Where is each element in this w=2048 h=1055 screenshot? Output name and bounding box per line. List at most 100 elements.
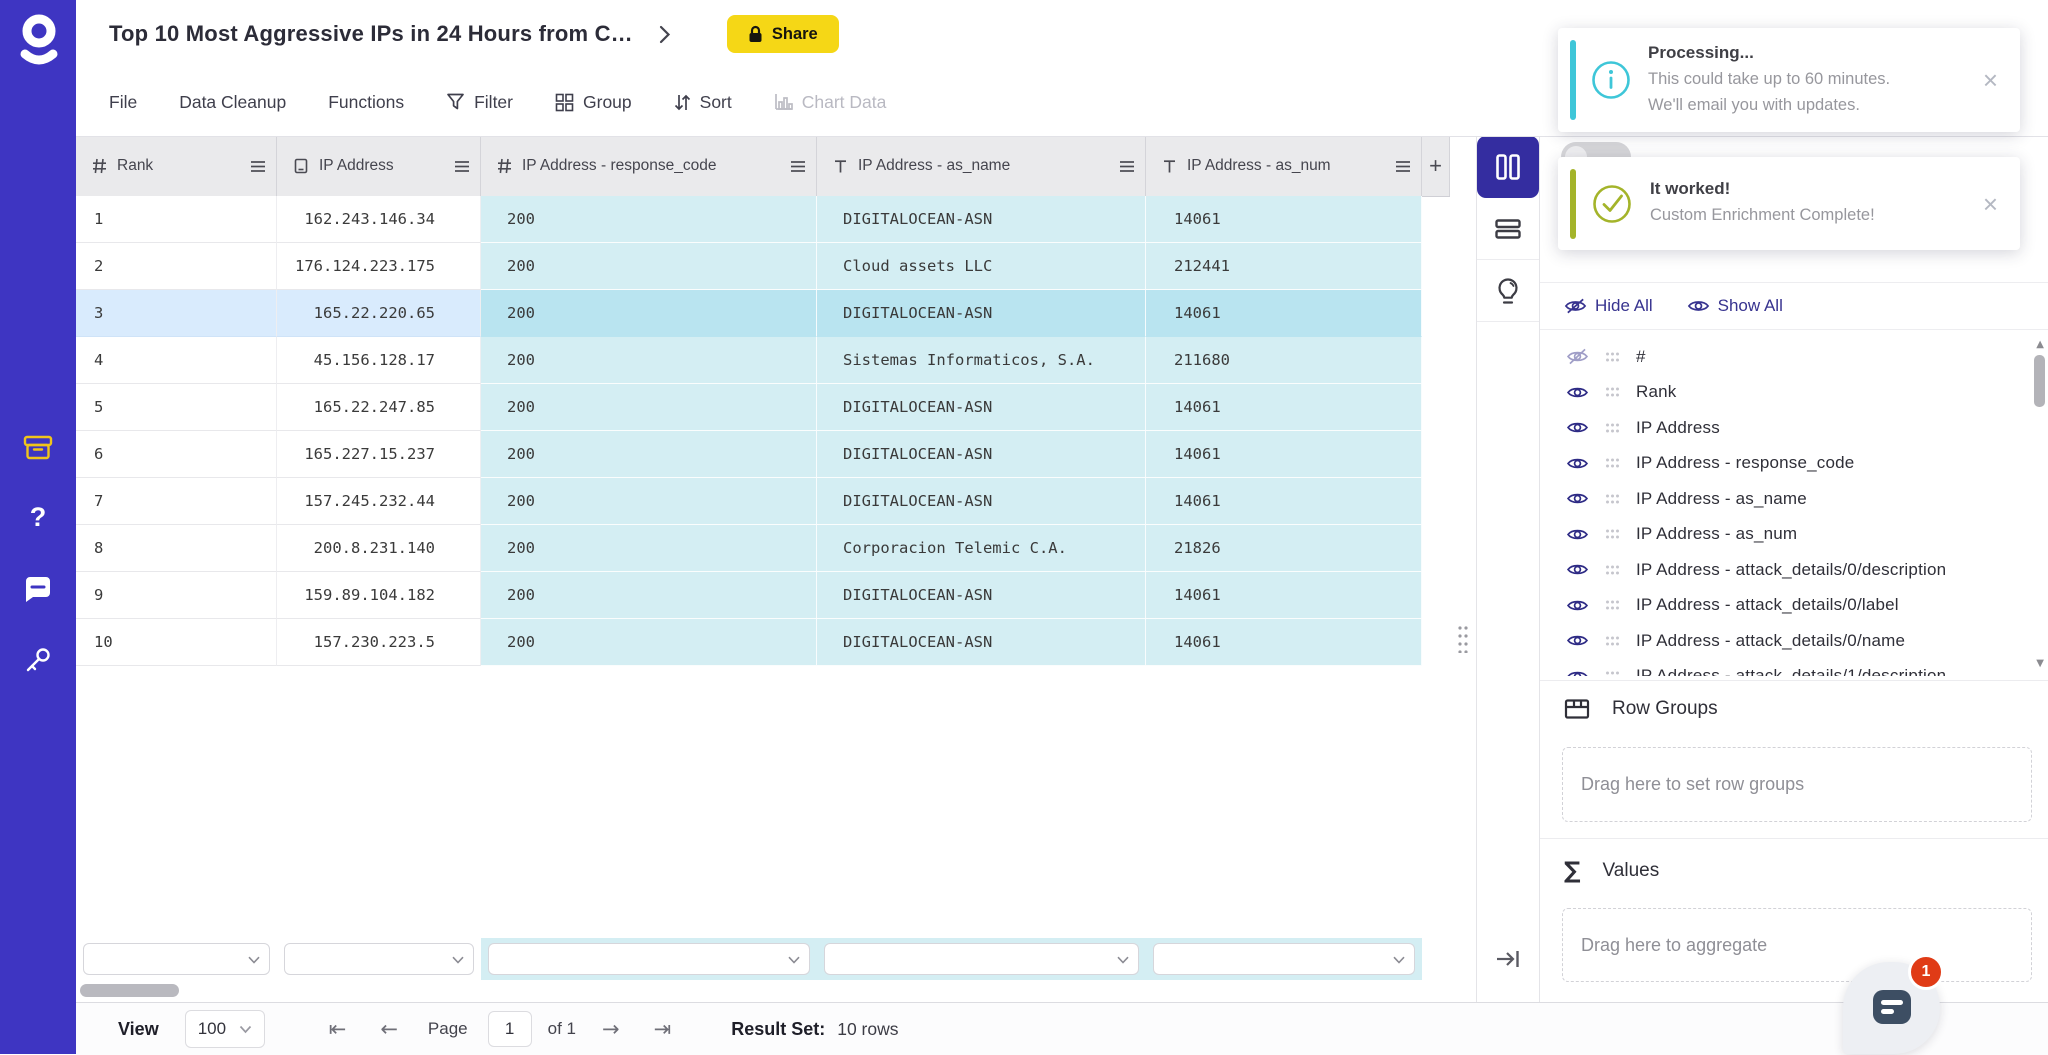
eye-icon[interactable] [1566, 668, 1589, 676]
table-cell[interactable]: 9 [76, 572, 277, 619]
archive-icon[interactable] [0, 420, 76, 476]
table-cell[interactable]: 14061 [1146, 572, 1422, 619]
table-row[interactable]: 7157.245.232.44200DIGITALOCEAN-ASN14061 [76, 478, 1422, 525]
column-menu-icon[interactable] [454, 160, 470, 173]
drag-dots-icon[interactable] [1605, 493, 1620, 505]
table-cell[interactable]: 165.227.15.237 [277, 431, 481, 478]
table-cell[interactable]: 45.156.128.17 [277, 337, 481, 384]
table-row[interactable]: 8200.8.231.140200Corporacion Telemic C.A… [76, 525, 1422, 572]
share-button[interactable]: Share [727, 15, 839, 53]
table-cell[interactable]: 200 [481, 337, 817, 384]
table-cell[interactable]: 7 [76, 478, 277, 525]
table-row[interactable]: 1162.243.146.34200DIGITALOCEAN-ASN14061 [76, 196, 1422, 243]
eye-icon[interactable] [1566, 455, 1589, 472]
table-cell[interactable]: 14061 [1146, 384, 1422, 431]
table-cell[interactable]: 14061 [1146, 196, 1422, 243]
last-page-button[interactable]: ⇥ [654, 1017, 672, 1041]
scroll-up-icon[interactable]: ▲ [2036, 339, 2044, 350]
table-row[interactable]: 9159.89.104.182200DIGITALOCEAN-ASN14061 [76, 572, 1422, 619]
first-page-button[interactable]: ⇤ [329, 1017, 347, 1041]
table-cell[interactable]: 200 [481, 478, 817, 525]
table-cell[interactable]: 14061 [1146, 290, 1422, 337]
table-cell[interactable]: 14061 [1146, 619, 1422, 666]
table-cell[interactable]: 200 [481, 431, 817, 478]
table-cell[interactable]: 3 [76, 290, 277, 337]
eye-icon[interactable] [1566, 526, 1589, 543]
column-header-3[interactable]: IP Address - as_name [817, 136, 1146, 196]
eye-off-icon[interactable] [1566, 348, 1589, 365]
drag-dots-icon[interactable] [1605, 599, 1620, 611]
table-cell[interactable]: DIGITALOCEAN-ASN [817, 196, 1146, 243]
scroll-down-icon[interactable]: ▼ [2036, 658, 2044, 669]
table-cell[interactable]: 21826 [1146, 525, 1422, 572]
close-icon[interactable]: × [1979, 191, 2002, 217]
close-icon[interactable]: × [1979, 67, 2002, 93]
table-cell[interactable]: 162.243.146.34 [277, 196, 481, 243]
table-cell[interactable]: 200 [481, 619, 817, 666]
page-size-select[interactable]: 100 [185, 1010, 265, 1048]
chevron-right-icon[interactable] [659, 25, 671, 44]
table-cell[interactable]: 200 [481, 196, 817, 243]
table-cell[interactable]: 165.22.220.65 [277, 290, 481, 337]
table-cell[interactable]: 5 [76, 384, 277, 431]
row-groups-dropzone[interactable]: Drag here to set row groups [1562, 747, 2032, 822]
table-cell[interactable]: 165.22.247.85 [277, 384, 481, 431]
table-cell[interactable]: 157.245.232.44 [277, 478, 481, 525]
eye-icon[interactable] [1566, 419, 1589, 436]
drag-dots-icon[interactable] [1605, 351, 1620, 363]
add-column-button[interactable]: + [1422, 136, 1450, 196]
table-cell[interactable]: 200 [481, 384, 817, 431]
table-cell[interactable]: DIGITALOCEAN-ASN [817, 619, 1146, 666]
collapse-panel-icon[interactable] [1477, 946, 1539, 972]
column-header-2[interactable]: IP Address - response_code [481, 136, 817, 196]
column-menu-icon[interactable] [790, 160, 806, 173]
table-cell[interactable]: 176.124.223.175 [277, 243, 481, 290]
menu-item-data-cleanup[interactable]: Data Cleanup [179, 92, 286, 113]
table-cell[interactable]: DIGITALOCEAN-ASN [817, 290, 1146, 337]
next-page-button[interactable]: → [602, 1017, 620, 1041]
column-menu-icon[interactable] [250, 160, 266, 173]
eye-icon[interactable] [1566, 384, 1589, 401]
prev-page-button[interactable]: ← [380, 1017, 398, 1041]
menu-item-group[interactable]: Group [555, 92, 632, 113]
column-filter-input[interactable] [1153, 943, 1415, 975]
table-cell[interactable]: 10 [76, 619, 277, 666]
table-cell[interactable]: 159.89.104.182 [277, 572, 481, 619]
table-cell[interactable]: 2 [76, 243, 277, 290]
table-cell[interactable]: 4 [76, 337, 277, 384]
drag-dots-icon[interactable] [1605, 422, 1620, 434]
table-cell[interactable]: 211680 [1146, 337, 1422, 384]
table-cell[interactable]: 14061 [1146, 478, 1422, 525]
drag-dots-icon[interactable] [1605, 457, 1620, 469]
eye-icon[interactable] [1566, 561, 1589, 578]
table-row[interactable]: 3165.22.220.65200DIGITALOCEAN-ASN14061 [76, 290, 1422, 337]
menu-item-sort[interactable]: Sort [674, 92, 732, 113]
eye-icon[interactable] [1566, 597, 1589, 614]
hide-all-button[interactable]: Hide All [1564, 296, 1653, 316]
column-header-4[interactable]: IP Address - as_num [1146, 136, 1422, 196]
table-cell[interactable]: Sistemas Informaticos, S.A. [817, 337, 1146, 384]
column-filter-input[interactable] [488, 943, 810, 975]
tab-rows[interactable] [1477, 198, 1539, 260]
column-filter-input[interactable] [824, 943, 1139, 975]
tab-columns[interactable] [1477, 136, 1539, 198]
table-cell[interactable]: 200 [481, 572, 817, 619]
table-cell[interactable]: DIGITALOCEAN-ASN [817, 384, 1146, 431]
api-key-icon[interactable] [0, 632, 76, 688]
menu-item-file[interactable]: File [109, 92, 137, 113]
table-cell[interactable]: 1 [76, 196, 277, 243]
menu-item-filter[interactable]: Filter [446, 92, 513, 113]
horizontal-scrollbar-thumb[interactable] [80, 984, 179, 997]
table-cell[interactable]: 200.8.231.140 [277, 525, 481, 572]
menu-item-functions[interactable]: Functions [328, 92, 404, 113]
drag-dots-icon[interactable] [1605, 564, 1620, 576]
help-icon[interactable]: ? [0, 489, 76, 545]
column-filter-input[interactable] [83, 943, 270, 975]
column-header-0[interactable]: Rank [76, 136, 277, 196]
table-cell[interactable]: 157.230.223.5 [277, 619, 481, 666]
table-cell[interactable]: 200 [481, 525, 817, 572]
table-cell[interactable]: 200 [481, 243, 817, 290]
drag-dots-icon[interactable] [1605, 670, 1620, 676]
panel-resize-handle-icon[interactable] [1457, 625, 1469, 658]
page-number-input[interactable] [488, 1011, 532, 1047]
